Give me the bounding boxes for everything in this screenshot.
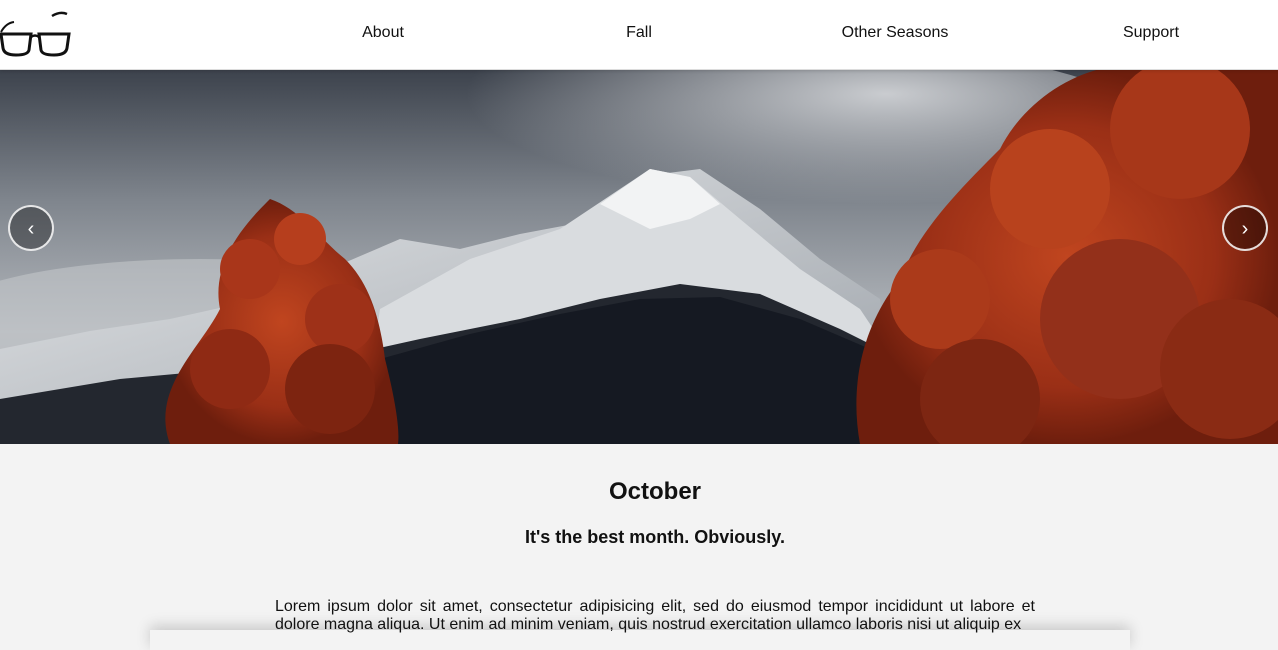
chevron-right-icon: ›: [1241, 218, 1249, 240]
nav-link-support[interactable]: Support: [1123, 24, 1179, 42]
page-subtitle: It's the best month. Obviously.: [525, 527, 785, 547]
nav-link-fall[interactable]: Fall: [626, 24, 652, 42]
top-navbar: About Fall Other Seasons Support: [0, 0, 1278, 70]
page-title: October: [608, 478, 701, 505]
carousel-next-button[interactable]: ›: [1222, 205, 1268, 251]
nav-link-other-seasons[interactable]: Other Seasons: [842, 24, 949, 42]
chevron-left-icon: ‹: [27, 218, 35, 240]
glasses-icon[interactable]: [0, 10, 72, 60]
nav-link-about[interactable]: About: [362, 24, 404, 42]
month-content: October It's the best month. Obviously. …: [0, 444, 1278, 650]
hero-image: [0, 69, 1278, 444]
carousel-prev-button[interactable]: ‹: [8, 205, 54, 251]
body-paragraph: Lorem ipsum dolor sit amet, consectetur …: [275, 598, 1035, 633]
hero-carousel: ‹ ›: [0, 69, 1278, 444]
